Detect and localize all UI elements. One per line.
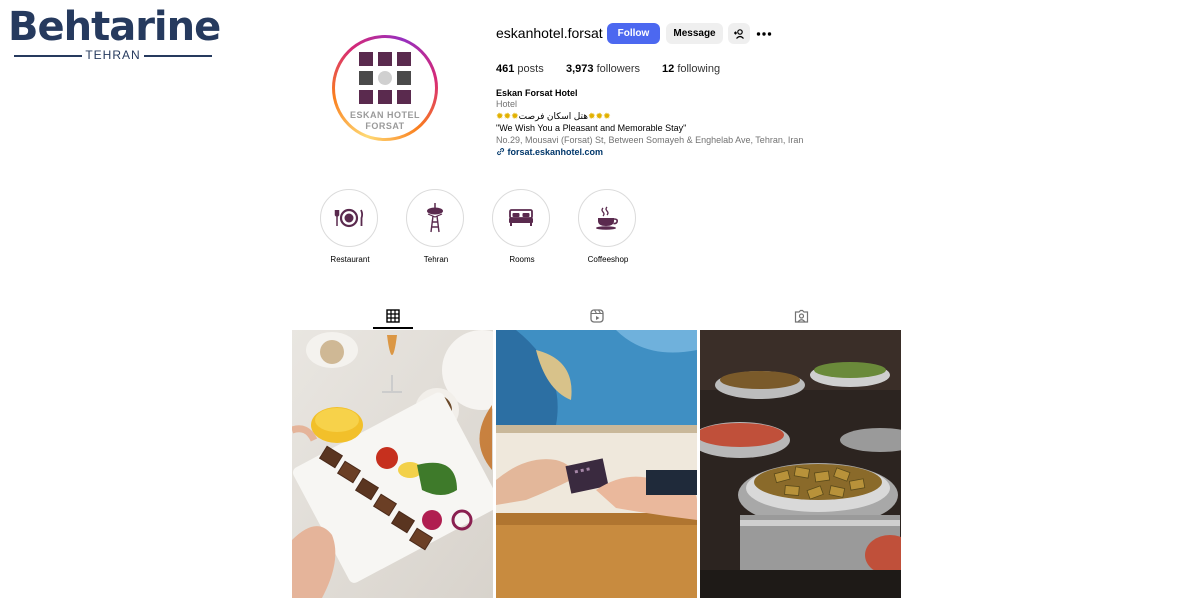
link-icon — [497, 148, 505, 156]
tagged-icon — [794, 309, 808, 323]
highlight-circle — [406, 189, 464, 247]
active-tab-indicator — [373, 327, 413, 329]
highlight-label: Rooms — [509, 255, 535, 264]
avatar-text: ESKAN HOTEL FORSAT — [335, 110, 435, 132]
avatar-inner: ESKAN HOTEL FORSAT — [335, 38, 435, 138]
bio-line-1-text: هتل اسکان فرصت — [518, 111, 589, 121]
buffet-photo — [700, 330, 901, 598]
highlight-rooms[interactable]: Rooms — [492, 189, 552, 264]
highlight-label: Restaurant — [330, 255, 370, 264]
avatar-text-line1: ESKAN HOTEL — [349, 110, 420, 120]
suggest-users-button[interactable] — [728, 23, 750, 44]
profile-avatar[interactable]: ESKAN HOTEL FORSAT — [332, 35, 438, 141]
posts-label: posts — [517, 63, 544, 75]
tab-tagged[interactable] — [791, 306, 811, 326]
coffee-cup-icon — [595, 206, 618, 230]
post-tile-key-card[interactable] — [496, 330, 697, 598]
bio-address: No.29, Mousavi (Forsat) St, Between Soma… — [496, 135, 804, 145]
hotel-logo-icon — [357, 50, 413, 106]
brand-title: Behtarine — [8, 4, 221, 50]
highlight-tehran[interactable]: Tehran — [406, 189, 466, 264]
highlight-label: Coffeeshop — [587, 255, 629, 264]
profile-username: eskanhotel.forsat — [496, 25, 603, 41]
highlight-label: Tehran — [423, 255, 449, 264]
brand-logo: Behtarine TEHRAN — [8, 4, 221, 62]
kebab-plate-photo — [292, 330, 493, 598]
more-options-button[interactable] — [756, 24, 772, 42]
bio-category: Hotel — [496, 99, 518, 109]
bio-line-2: "We Wish You a Pleasant and Memorable St… — [496, 123, 687, 133]
plate-cutlery-icon — [334, 208, 363, 227]
bio-link[interactable]: forsat.eskanhotel.com — [496, 147, 603, 159]
followers-count: 3,973 — [566, 63, 594, 75]
highlight-circle — [320, 189, 378, 247]
bio-line-1: ✹✹✹هتل اسکان فرصت✹✹✹ — [496, 111, 611, 123]
followers-label: followers — [596, 63, 640, 75]
highlight-circle — [578, 189, 636, 247]
tab-reels[interactable] — [587, 306, 607, 326]
message-button[interactable]: Message — [666, 23, 723, 44]
following-stat[interactable]: 12 following — [662, 63, 720, 75]
key-card-handover-photo — [496, 330, 697, 598]
milad-tower-icon — [426, 202, 443, 232]
post-tile-kebab-plate[interactable] — [292, 330, 493, 598]
grid-icon — [386, 309, 400, 323]
tab-posts[interactable] — [383, 306, 403, 326]
brand-subtitle-row: TEHRAN — [14, 48, 212, 62]
more-options-icon — [756, 32, 772, 36]
follow-button[interactable]: Follow — [607, 23, 660, 44]
bio-link-text: forsat.eskanhotel.com — [507, 147, 604, 157]
sun-emoji-icon: ✹✹✹ — [496, 111, 519, 121]
highlight-restaurant[interactable]: Restaurant — [320, 189, 380, 264]
post-tile-buffet[interactable] — [700, 330, 901, 598]
followers-stat[interactable]: 3,973 followers — [566, 63, 640, 75]
bed-icon — [508, 208, 533, 226]
sun-emoji-icon: ✹✹✹ — [588, 111, 611, 121]
highlight-circle — [492, 189, 550, 247]
following-count: 12 — [662, 63, 675, 75]
avatar-text-line2: FORSAT — [365, 121, 405, 131]
add-user-icon — [734, 28, 744, 39]
reels-icon — [590, 309, 604, 323]
posts-count: 461 — [496, 63, 515, 75]
highlight-coffeeshop[interactable]: Coffeeshop — [578, 189, 638, 264]
following-label: following — [677, 63, 721, 75]
brand-divider-right — [144, 55, 212, 57]
posts-stat: 461 posts — [496, 63, 544, 75]
